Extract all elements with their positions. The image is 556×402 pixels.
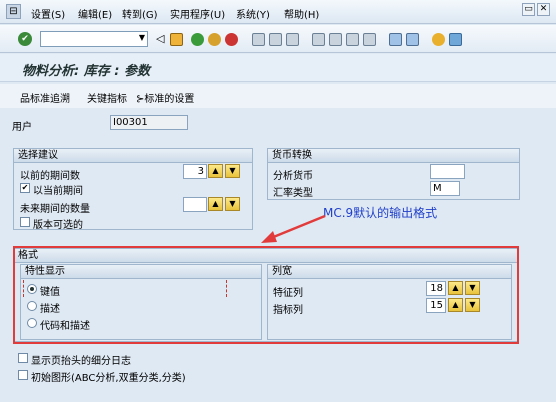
menu-utilities[interactable]: 实用程序(U) bbox=[170, 6, 225, 21]
back-icon[interactable] bbox=[191, 33, 204, 46]
back-arrow-icon[interactable]: ◁ bbox=[156, 32, 164, 45]
sap-logo-icon: ⊟ bbox=[6, 4, 21, 19]
rate-type-input[interactable]: M bbox=[430, 181, 460, 196]
page-title: 物料分析: 库存 : 参数 bbox=[22, 64, 150, 79]
selection-group-title: 选择建议 bbox=[14, 149, 252, 163]
rate-type-label: 汇率类型 bbox=[273, 188, 313, 199]
next-page-icon[interactable] bbox=[346, 33, 359, 46]
hierarchy-icon: 品 bbox=[20, 94, 30, 105]
header-log-label: 显示页抬头的细分日志 bbox=[31, 356, 131, 367]
increment-icon[interactable]: ▲ bbox=[208, 197, 223, 211]
first-page-icon[interactable] bbox=[312, 33, 325, 46]
prev-periods-input[interactable]: 3 bbox=[183, 164, 207, 179]
find-icon[interactable] bbox=[269, 33, 282, 46]
save-icon[interactable] bbox=[170, 33, 183, 46]
decrement-icon[interactable]: ▼ bbox=[225, 197, 240, 211]
prev-periods-label: 以前的期间数 bbox=[20, 171, 80, 182]
application-toolbar bbox=[0, 84, 556, 108]
decrement-icon[interactable]: ▼ bbox=[225, 164, 240, 178]
find-next-icon[interactable] bbox=[286, 33, 299, 46]
analysis-currency-label: 分析货币 bbox=[273, 171, 313, 182]
annotation-text: MC.9默认的输出格式 bbox=[323, 206, 438, 220]
future-periods-input[interactable] bbox=[183, 197, 207, 212]
menu-system[interactable]: 系统(Y) bbox=[236, 6, 270, 21]
prev-page-icon[interactable] bbox=[329, 33, 342, 46]
menu-settings[interactable]: 设置(S) bbox=[31, 6, 65, 21]
exit-icon[interactable] bbox=[208, 33, 221, 46]
highlight-frame bbox=[13, 246, 519, 344]
last-page-icon[interactable] bbox=[363, 33, 376, 46]
key-figures-button[interactable]: 关键指标 bbox=[87, 90, 127, 105]
close-window-icon[interactable]: ✕ bbox=[537, 3, 550, 16]
current-period-checkbox[interactable]: ✔ bbox=[20, 183, 30, 193]
command-field[interactable]: ▼ bbox=[40, 31, 148, 47]
menu-help[interactable]: 帮助(H) bbox=[284, 6, 319, 21]
customize-icon[interactable] bbox=[449, 33, 462, 46]
initial-graphics-label: 初始图形(ABC分析,双重分类,分类) bbox=[31, 373, 186, 384]
menu-bar: ⊟ 设置(S) 编辑(E) 转到(G) 实用程序(U) 系统(Y) 帮助(H) … bbox=[0, 0, 556, 24]
version-label: 版本可选的 bbox=[33, 220, 83, 231]
user-field: I00301 bbox=[110, 115, 188, 130]
version-checkbox[interactable] bbox=[20, 217, 30, 227]
shortcut-icon[interactable] bbox=[406, 33, 419, 46]
chevron-down-icon[interactable]: ▼ bbox=[139, 33, 145, 42]
window-controls: ▭ ✕ bbox=[520, 3, 550, 16]
user-label: 用户 bbox=[12, 122, 32, 133]
enter-icon[interactable]: ✔ bbox=[18, 32, 32, 46]
restore-window-icon[interactable]: ▭ bbox=[522, 3, 535, 16]
future-periods-label: 未来期间的数量 bbox=[20, 204, 90, 215]
menu-edit[interactable]: 编辑(E) bbox=[78, 6, 112, 21]
current-period-label: 以当前期间 bbox=[33, 186, 83, 197]
standard-drilldown-button[interactable]: 品标准追溯 bbox=[20, 90, 70, 105]
help-icon[interactable] bbox=[432, 33, 445, 46]
annotation-arrow bbox=[261, 214, 326, 243]
cancel-icon[interactable] bbox=[225, 33, 238, 46]
currency-group-title: 货币转换 bbox=[268, 149, 519, 163]
standard-settings-button[interactable]: ⊱标准的设置 bbox=[136, 90, 194, 105]
standard-toolbar: ✔ ▼ ◁ bbox=[0, 25, 556, 53]
print-icon[interactable] bbox=[252, 33, 265, 46]
header-log-checkbox[interactable] bbox=[18, 353, 28, 363]
analysis-currency-input[interactable] bbox=[430, 164, 465, 179]
increment-icon[interactable]: ▲ bbox=[208, 164, 223, 178]
initial-graphics-checkbox[interactable] bbox=[18, 370, 28, 380]
new-session-icon[interactable] bbox=[389, 33, 402, 46]
menu-goto[interactable]: 转到(G) bbox=[122, 6, 158, 21]
